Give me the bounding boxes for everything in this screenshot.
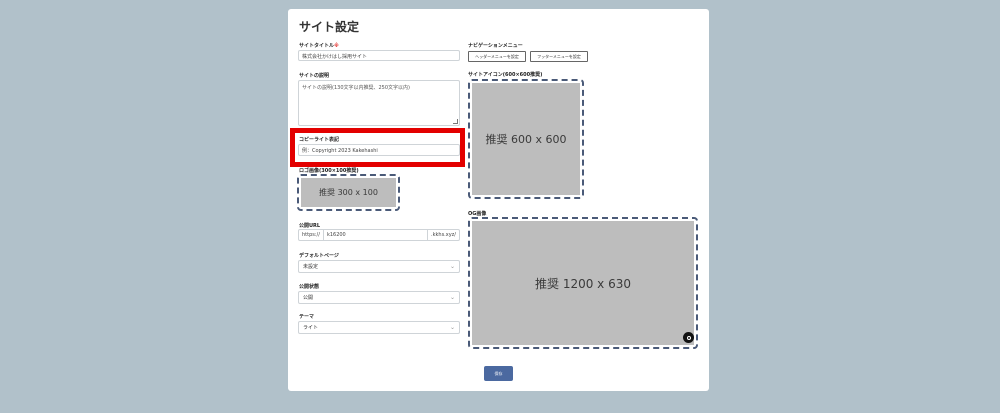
og-image-placeholder: 推奨 1200 x 630 [472,221,694,345]
default-page-value: 未設定 [303,264,319,270]
navigation-menu-label: ナビゲーションメニュー [468,43,523,49]
settings-card: サイト設定 サイトタイトル※ 株式会社かけはし採用サイト サイトの説明 サイトの… [288,9,709,391]
save-button[interactable]: 保存 [484,366,513,381]
chevron-down-icon: ⌄ [449,263,455,270]
chevron-down-icon: ⌄ [449,324,455,331]
site-description-label: サイトの説明 [299,73,330,79]
camera-icon[interactable] [683,332,694,343]
public-url-group: https:// k16200 .kkhs.xyz/ [298,229,460,241]
publish-status-label: 公開状態 [299,284,320,290]
publish-status-select[interactable]: 公開 ⌄ [298,291,460,304]
theme-value: ライト [303,325,319,331]
site-title-label-text: サイトタイトル [299,43,335,49]
site-icon-placeholder: 推奨 600 x 600 [472,83,580,195]
logo-image-dropzone[interactable]: 推奨 300 x 100 [297,174,400,211]
page-title: サイト設定 [299,20,360,34]
og-image-label: OG画像 [468,211,487,217]
public-url-label: 公開URL [299,223,321,229]
url-suffix: .kkhs.xyz/ [427,230,459,240]
site-icon-dropzone[interactable]: 推奨 600 x 600 [468,79,584,199]
theme-label: テーマ [299,314,315,320]
chevron-down-icon: ⌄ [449,294,455,301]
required-mark: ※ [334,43,339,49]
publish-status-value: 公開 [303,295,314,301]
site-description-textarea[interactable]: サイトの説明(130文字以内推奨、250文字以内) [298,80,460,126]
url-subdomain-input[interactable]: k16200 [324,230,427,240]
default-page-label: デフォルトページ [299,253,339,259]
site-icon-label: サイトアイコン(600×600推奨) [468,72,543,78]
site-title-input[interactable]: 株式会社かけはし採用サイト [298,50,460,61]
site-description-text: サイトの説明(130文字以内推奨、250文字以内) [302,85,410,91]
resize-handle-icon[interactable] [453,119,458,124]
site-title-label: サイトタイトル※ [299,42,339,49]
url-prefix: https:// [299,230,324,240]
logo-image-placeholder: 推奨 300 x 100 [301,178,396,207]
footer-menu-button[interactable]: フッターメニューを設定 [530,51,588,62]
theme-select[interactable]: ライト ⌄ [298,321,460,334]
copyright-label: コピーライト表記 [299,137,340,143]
default-page-select[interactable]: 未設定 ⌄ [298,260,460,273]
header-menu-button[interactable]: ヘッダーメニューを設定 [468,51,526,62]
logo-image-label: ロゴ画像(300×100推奨) [299,168,359,174]
og-image-dropzone[interactable]: 推奨 1200 x 630 [468,217,698,349]
copyright-input[interactable]: 例：Copyright 2023 Kakehashi [298,144,460,156]
